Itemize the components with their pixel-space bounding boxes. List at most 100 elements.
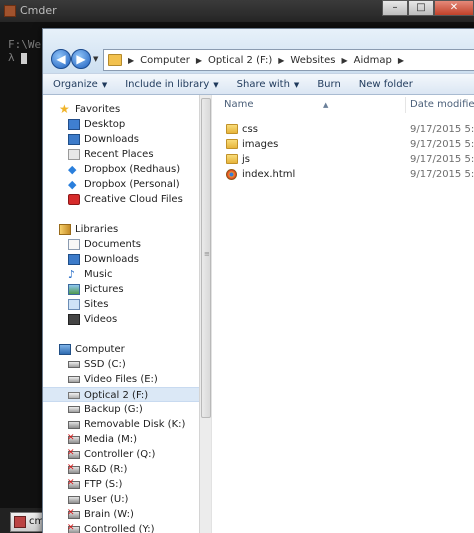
disconnected-network-drive-icon: ✕	[67, 449, 80, 459]
downloads-icon	[68, 134, 80, 145]
nav-drive-q[interactable]: ✕ Controller (Q:)	[43, 447, 199, 462]
window-controls: – □ ✕	[382, 0, 474, 16]
disconnected-network-drive-icon: ✕	[67, 479, 80, 489]
nav-drive-u[interactable]: User (U:)	[43, 492, 199, 507]
column-header-date-modified[interactable]: Date modified	[410, 95, 474, 115]
drive-icon	[68, 406, 80, 413]
nav-item-music[interactable]: ♪ Music	[43, 267, 199, 282]
back-button[interactable]: ◀	[51, 49, 71, 69]
nav-item-creative-cloud[interactable]: Creative Cloud Files	[43, 192, 199, 207]
folder-icon	[226, 154, 238, 164]
disconnected-network-drive-icon: ✕	[67, 464, 80, 474]
nav-drive-f-selected[interactable]: Optical 2 (F:)	[43, 387, 199, 402]
nav-item-recent-places[interactable]: Recent Places	[43, 147, 199, 162]
breadcrumb-aidmap[interactable]: Aidmap	[354, 55, 392, 66]
navigation-pane[interactable]: ★ Favorites Desktop Downloads Recent Pla…	[43, 95, 211, 533]
file-list-pane[interactable]: Name ▲ Date modified css 9/17/2015 5:48 …	[211, 95, 474, 533]
address-bar[interactable]: ▶ Computer ▶ Optical 2 (F:) ▶ Websites ▶…	[103, 49, 474, 71]
chevron-right-icon[interactable]: ▶	[278, 56, 284, 65]
disconnected-network-drive-icon: ✕	[67, 524, 80, 533]
organize-menu[interactable]: Organize ▼	[43, 79, 115, 90]
desktop-screen: Cmder – □ ✕ F:\We λ cm ◀ ▶ ▼ ▶ Computer	[0, 0, 474, 533]
cmder-tabbar: cm	[0, 508, 48, 533]
sort-ascending-icon: ▲	[323, 101, 329, 109]
dropbox-icon: ◆	[68, 163, 77, 176]
folder-icon	[108, 54, 122, 66]
desktop-icon	[68, 119, 80, 130]
file-row[interactable]: index.html 9/17/2015 5:49 PM	[212, 167, 474, 182]
include-in-library-menu[interactable]: Include in library ▼	[115, 79, 226, 90]
share-with-menu[interactable]: Share with ▼	[227, 79, 308, 90]
burn-button[interactable]: Burn	[307, 79, 348, 90]
nav-drive-g[interactable]: Backup (G:)	[43, 402, 199, 417]
folder-icon	[226, 124, 238, 134]
console-line-prompt: λ	[8, 51, 15, 64]
explorer-window[interactable]: ◀ ▶ ▼ ▶ Computer ▶ Optical 2 (F:) ▶ Webs…	[42, 28, 474, 533]
nav-drive-r[interactable]: ✕ R&D (R:)	[43, 462, 199, 477]
nav-drive-y[interactable]: ✕ Controlled (Y:)	[43, 522, 199, 533]
chevron-right-icon[interactable]: ▶	[196, 56, 202, 65]
nav-favorites-header[interactable]: ★ Favorites	[43, 102, 199, 117]
computer-icon	[59, 344, 71, 355]
breadcrumb-websites[interactable]: Websites	[290, 55, 335, 66]
file-row[interactable]: css 9/17/2015 5:48 PM	[212, 122, 474, 137]
nav-item-documents[interactable]: Documents	[43, 237, 199, 252]
dropbox-icon: ◆	[68, 178, 77, 191]
nav-item-dropbox-redhaus[interactable]: ◆ Dropbox (Redhaus)	[43, 162, 199, 177]
minimize-button[interactable]: –	[382, 0, 408, 16]
nav-drive-w[interactable]: ✕ Brain (W:)	[43, 507, 199, 522]
nav-scrollbar[interactable]: ≡	[199, 95, 211, 533]
html-file-icon	[226, 169, 237, 180]
disconnected-network-drive-icon: ✕	[67, 434, 80, 444]
disconnected-network-drive-icon: ✕	[67, 509, 80, 519]
file-row[interactable]: images 9/17/2015 5:48 PM	[212, 137, 474, 152]
column-header-name[interactable]: Name ▲	[224, 95, 384, 115]
downloads-icon	[68, 254, 80, 265]
folder-icon	[226, 139, 238, 149]
explorer-frame-top: ◀ ▶ ▼ ▶ Computer ▶ Optical 2 (F:) ▶ Webs…	[43, 29, 474, 73]
chevron-right-icon[interactable]: ▶	[398, 56, 404, 65]
nav-item-pictures[interactable]: Pictures	[43, 282, 199, 297]
text-cursor	[21, 52, 28, 64]
nav-item-videos[interactable]: Videos	[43, 312, 199, 327]
recent-places-icon	[68, 149, 80, 160]
breadcrumb-computer[interactable]: Computer	[140, 55, 190, 66]
file-row[interactable]: js 9/17/2015 5:49 PM	[212, 152, 474, 167]
chevron-right-icon[interactable]: ▶	[128, 56, 134, 65]
nav-computer-header[interactable]: Computer	[43, 342, 199, 357]
console-line-path: F:\We	[8, 38, 42, 51]
new-folder-button[interactable]: New folder	[349, 79, 421, 90]
drive-icon	[68, 376, 80, 383]
scrollbar-thumb[interactable]: ≡	[201, 98, 211, 418]
forward-button[interactable]: ▶	[71, 49, 91, 69]
close-button[interactable]: ✕	[434, 0, 474, 16]
cmder-title-text: Cmder	[20, 4, 57, 17]
music-icon: ♪	[68, 268, 76, 281]
nav-drive-m[interactable]: ✕ Media (M:)	[43, 432, 199, 447]
breadcrumb-optical-drive[interactable]: Optical 2 (F:)	[208, 55, 272, 66]
caret-down-icon: ▼	[101, 80, 108, 89]
nav-drive-k[interactable]: Removable Disk (K:)	[43, 417, 199, 432]
nav-item-sites[interactable]: Sites	[43, 297, 199, 312]
nav-item-lib-downloads[interactable]: Downloads	[43, 252, 199, 267]
nav-libraries-header[interactable]: Libraries	[43, 222, 199, 237]
nav-drive-s[interactable]: ✕ FTP (S:)	[43, 477, 199, 492]
nav-item-dropbox-personal[interactable]: ◆ Dropbox (Personal)	[43, 177, 199, 192]
cmder-titlebar[interactable]: Cmder – □ ✕	[0, 0, 474, 22]
pictures-icon	[68, 284, 80, 295]
nav-drive-e[interactable]: Video Files (E:)	[43, 372, 199, 387]
videos-icon	[68, 314, 80, 325]
optical-drive-icon	[68, 392, 80, 399]
drive-icon	[68, 361, 80, 368]
nav-item-desktop[interactable]: Desktop	[43, 117, 199, 132]
nav-item-downloads[interactable]: Downloads	[43, 132, 199, 147]
command-bar: Organize ▼ Include in library ▼ Share with…	[43, 73, 474, 95]
nav-drive-c[interactable]: SSD (C:)	[43, 357, 199, 372]
chevron-right-icon[interactable]: ▶	[341, 56, 347, 65]
libraries-icon	[59, 224, 71, 235]
recent-pages-dropdown[interactable]: ▼	[93, 54, 101, 64]
maximize-button[interactable]: □	[408, 0, 434, 16]
removable-disk-icon	[68, 421, 80, 429]
column-divider[interactable]	[405, 97, 406, 113]
terminal-icon	[14, 516, 26, 528]
